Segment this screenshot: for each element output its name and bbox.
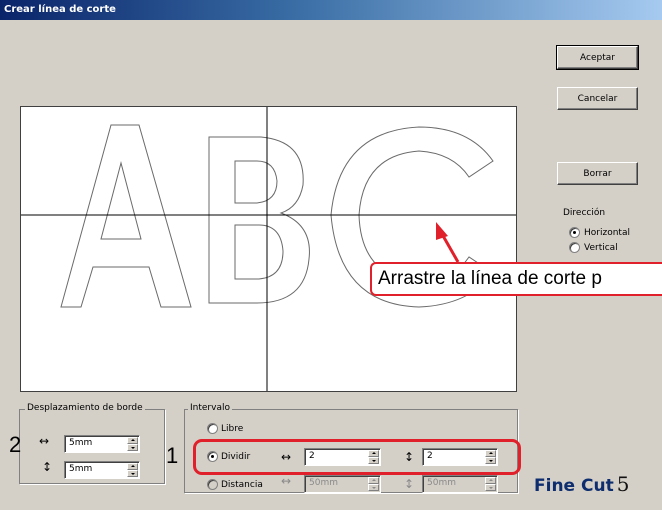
edge-offset-legend: Desplazamiento de borde <box>25 403 145 413</box>
cut-line-preview[interactable] <box>20 106 517 392</box>
divide-highlight-box <box>193 439 521 475</box>
horizontal-arrow-icon: ↔ <box>39 434 50 448</box>
accept-button[interactable]: Aceptar <box>556 45 639 70</box>
vertical-arrow-icon: ↕ <box>42 460 53 474</box>
horizontal-arrow-icon: ↔ <box>281 474 292 488</box>
distance-horizontal-spinner[interactable]: 50mm <box>304 475 381 493</box>
drag-instruction-callout: Arrastre la línea de corte p <box>370 262 662 296</box>
edge-offset-vertical-value: 5mm <box>69 464 93 474</box>
edge-offset-horizontal-value: 5mm <box>69 438 93 448</box>
clear-button-label: Borrar <box>583 168 612 179</box>
preview-canvas <box>21 107 516 391</box>
edge-offset-vertical-spinner[interactable]: 5mm <box>64 461 140 479</box>
spin-up-button[interactable] <box>485 477 496 484</box>
title-bar: Crear línea de corte <box>0 0 662 20</box>
logo-version: 5 <box>616 472 630 496</box>
horizontal-radio-label: Horizontal <box>584 228 630 238</box>
spin-down-button[interactable] <box>485 484 496 491</box>
vertical-radio-label: Vertical <box>584 243 618 253</box>
free-radio-label: Libre <box>221 424 244 434</box>
distance-radio[interactable] <box>207 479 218 490</box>
clear-button[interactable]: Borrar <box>557 162 638 185</box>
distance-vertical-value: 50mm <box>427 478 456 488</box>
window-title: Crear línea de corte <box>4 4 116 15</box>
finecut-logo: Fine Cut 5 <box>534 472 629 496</box>
step-marker-2: 2 <box>9 432 22 457</box>
vertical-radio[interactable] <box>569 242 580 253</box>
spin-up-button[interactable] <box>127 463 138 470</box>
spin-down-button[interactable] <box>127 470 138 477</box>
spin-down-button[interactable] <box>127 444 138 451</box>
step-marker-1: 1 <box>166 443 179 468</box>
direction-label: Dirección <box>563 208 606 218</box>
edge-offset-horizontal-spinner[interactable]: 5mm <box>64 435 140 453</box>
callout-text: Arrastre la línea de corte p <box>378 268 602 289</box>
accept-button-label: Aceptar <box>580 52 615 63</box>
cancel-button-label: Cancelar <box>577 93 618 104</box>
letter-b-outline <box>208 136 310 304</box>
distance-vertical-spinner[interactable]: 50mm <box>422 475 498 493</box>
vertical-arrow-icon: ↕ <box>404 477 415 491</box>
distance-radio-label: Distancia <box>221 480 263 490</box>
spin-down-button[interactable] <box>368 484 379 491</box>
cancel-button[interactable]: Cancelar <box>557 87 638 110</box>
distance-horizontal-value: 50mm <box>309 478 338 488</box>
logo-text: Fine Cut <box>534 476 614 496</box>
free-radio[interactable] <box>207 423 218 434</box>
letter-a-outline <box>60 124 192 308</box>
interval-legend: Intervalo <box>188 403 232 413</box>
horizontal-radio[interactable] <box>569 227 580 238</box>
spin-up-button[interactable] <box>368 477 379 484</box>
spin-up-button[interactable] <box>127 437 138 444</box>
